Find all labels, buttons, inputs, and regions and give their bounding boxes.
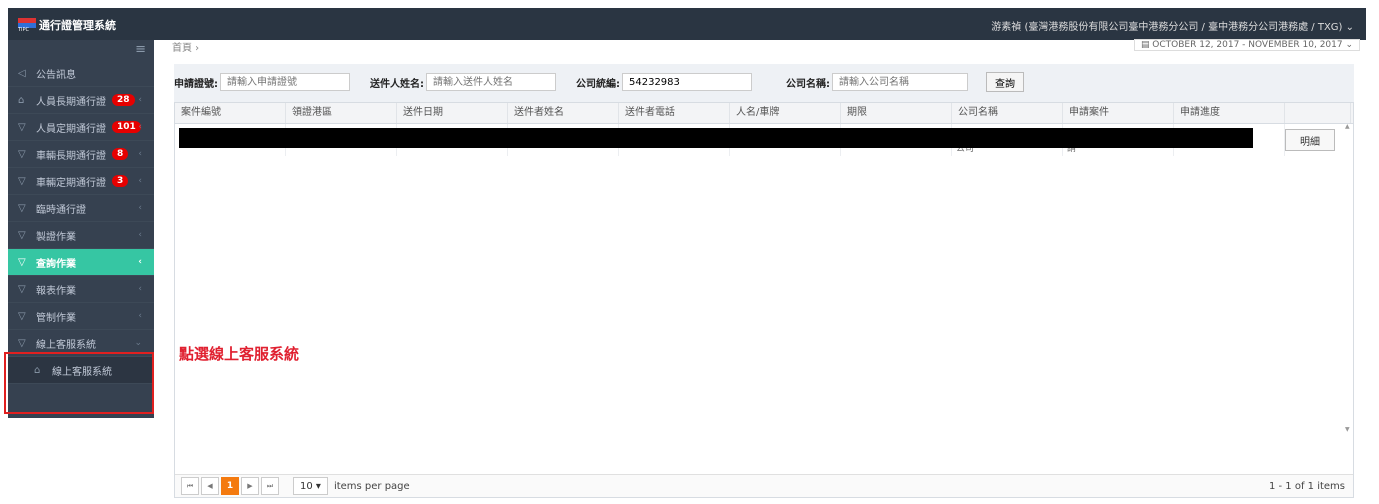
last-page-icon[interactable]: ⏭ xyxy=(261,477,279,495)
count-badge: 28 xyxy=(112,94,135,106)
column-header[interactable]: 案件編號 xyxy=(175,103,286,123)
sidebar-item-label: 管制作業 xyxy=(36,312,76,324)
column-header[interactable]: 申請進度 xyxy=(1174,103,1285,123)
column-header[interactable]: 人名/車牌 xyxy=(730,103,841,123)
column-header xyxy=(1285,103,1351,123)
chevron-left-icon: ‹ xyxy=(138,311,142,321)
sidebar-item-label: 公告訊息 xyxy=(36,69,76,81)
column-header[interactable]: 公司名稱 xyxy=(952,103,1063,123)
tax-id-label: 公司統編: xyxy=(576,78,620,90)
detail-button[interactable]: 明細 xyxy=(1285,129,1335,151)
sidebar-item-personnel-periodic-pass[interactable]: ▽ 人員定期通行證 101 ‹ xyxy=(8,114,154,141)
items-per-page-label: items per page xyxy=(333,480,410,492)
app-title: 通行證管理系統 xyxy=(39,19,116,32)
tipc-logo-icon: TIPC xyxy=(18,18,36,33)
chevron-left-icon: ‹ xyxy=(138,284,142,294)
count-badge: 8 xyxy=(112,148,129,160)
filter-icon: ▽ xyxy=(18,202,26,214)
sidebar-item-label: 線上客服系統 xyxy=(36,339,96,351)
filter-bar: 申請證號: 送件人姓名: 公司統編: 公司名稱: 查詢 xyxy=(174,72,1024,92)
column-header[interactable]: 送件日期 xyxy=(397,103,508,123)
chevron-left-icon: ‹ xyxy=(138,95,142,105)
filter-icon: ▽ xyxy=(18,121,26,133)
sidebar-menu: ◁ 公告訊息 ⌂ 人員長期通行證 28 ‹ ▽ 人員定期通行證 101 ‹ ▽ … xyxy=(8,60,154,384)
sender-name-input[interactable] xyxy=(426,73,556,91)
filter-icon: ▽ xyxy=(18,148,26,160)
grid-header: 案件編號 領證港區 送件日期 送件者姓名 送件者電話 人名/車牌 期限 公司名稱… xyxy=(175,103,1353,124)
page-size-select[interactable]: 10 ▾ xyxy=(293,477,328,495)
sidebar-item-announcements[interactable]: ◁ 公告訊息 xyxy=(8,60,154,87)
sender-name-label: 送件人姓名: xyxy=(370,78,424,90)
sidebar-toggle-icon[interactable]: ≡ xyxy=(135,42,146,57)
redacted-block xyxy=(179,128,1253,148)
main-content: 首頁 › ▤ OCTOBER 12, 2017 - NOVEMBER 10, 2… xyxy=(154,39,1366,504)
query-panel: 申請證號: 送件人姓名: 公司統編: 公司名稱: 查詢 案件編號 領證港區 送件… xyxy=(174,64,1354,498)
sidebar-item-control[interactable]: ▽ 管制作業 ‹ xyxy=(8,303,154,330)
filter-icon: ▽ xyxy=(18,229,26,241)
first-page-icon[interactable]: ⏮ xyxy=(181,477,199,495)
filter-icon: ▽ xyxy=(18,283,26,295)
top-navbar: TIPC 通行證管理系統 游素禎 (臺灣港務股份有限公司臺中港務分公司 / 臺中… xyxy=(8,8,1366,40)
query-button[interactable]: 查詢 xyxy=(986,72,1024,92)
sidebar-item-label: 車輛長期通行證 xyxy=(36,150,106,162)
chevron-left-icon: ‹ xyxy=(138,257,142,267)
column-header[interactable]: 領證港區 xyxy=(286,103,397,123)
sidebar-item-temporary-pass[interactable]: ▽ 臨時通行證 ‹ xyxy=(8,195,154,222)
chevron-left-icon: ‹ xyxy=(138,230,142,240)
chevron-left-icon: ‹ xyxy=(138,149,142,159)
application-number-input[interactable] xyxy=(220,73,350,91)
column-header[interactable]: 送件者姓名 xyxy=(508,103,619,123)
filter-icon: ▽ xyxy=(18,337,26,349)
instruction-annotation: 點選線上客服系統 xyxy=(179,345,300,363)
home-icon: ⌂ xyxy=(18,94,25,106)
chevron-left-icon: ‹ xyxy=(138,122,142,132)
column-header[interactable]: 送件者電話 xyxy=(619,103,730,123)
chevron-down-icon: ⌄ xyxy=(134,338,142,348)
sidebar-item-reports[interactable]: ▽ 報表作業 ‹ xyxy=(8,276,154,303)
highlight-box xyxy=(4,352,154,414)
prev-page-icon[interactable]: ◀ xyxy=(201,477,219,495)
sidebar-item-label: 製證作業 xyxy=(36,231,76,243)
send-icon: ◁ xyxy=(18,67,26,79)
sidebar-item-label: 查詢作業 xyxy=(36,258,76,270)
company-name-input[interactable] xyxy=(832,73,968,91)
application-number-label: 申請證號: xyxy=(174,78,218,90)
chevron-left-icon: ‹ xyxy=(138,176,142,186)
sidebar-item-label: 臨時通行證 xyxy=(36,204,86,216)
current-page-button[interactable]: 1 xyxy=(221,477,239,495)
sidebar-item-vehicle-periodic-pass[interactable]: ▽ 車輛定期通行證 3 ‹ xyxy=(8,168,154,195)
chevron-left-icon: ‹ xyxy=(138,203,142,213)
sidebar-item-personnel-long-term-pass[interactable]: ⌂ 人員長期通行證 28 ‹ xyxy=(8,87,154,114)
sidebar-item-card-production[interactable]: ▽ 製證作業 ‹ xyxy=(8,222,154,249)
item-count-label: 1 - 1 of 1 items xyxy=(1268,480,1345,492)
app-logo[interactable]: TIPC 通行證管理系統 xyxy=(18,17,116,33)
results-grid: 案件編號 領證港區 送件日期 送件者姓名 送件者電話 人名/車牌 期限 公司名稱… xyxy=(174,102,1354,498)
filter-icon: ▽ xyxy=(18,175,26,187)
count-badge: 3 xyxy=(112,175,129,187)
count-badge: 101 xyxy=(112,121,141,133)
column-header[interactable]: 申請案件 xyxy=(1063,103,1174,123)
vertical-scrollbar[interactable]: ▲ ▼ xyxy=(1345,123,1353,433)
scroll-down-icon[interactable]: ▼ xyxy=(1345,426,1350,433)
sidebar-item-query[interactable]: ▽ 查詢作業 ‹ xyxy=(8,249,154,276)
user-menu[interactable]: 游素禎 (臺灣港務股份有限公司臺中港務分公司 / 臺中港務分公司港務處 / TX… xyxy=(991,18,1354,33)
sidebar-item-label: 報表作業 xyxy=(36,285,76,297)
column-header[interactable]: 期限 xyxy=(841,103,952,123)
company-name-label: 公司名稱: xyxy=(786,78,830,90)
scroll-up-icon[interactable]: ▲ xyxy=(1345,123,1350,130)
next-page-icon[interactable]: ▶ xyxy=(241,477,259,495)
date-range-picker[interactable]: ▤ OCTOBER 12, 2017 - NOVEMBER 10, 2017 ⌄ xyxy=(1133,39,1360,51)
filter-icon: ▽ xyxy=(18,310,26,322)
pagination-bar: ⏮ ◀ 1 ▶ ⏭ 10 ▾ items per page 1 - 1 of 1… xyxy=(175,474,1353,497)
sidebar-item-vehicle-long-term-pass[interactable]: ▽ 車輛長期通行證 8 ‹ xyxy=(8,141,154,168)
sidebar-item-label: 車輛定期通行證 xyxy=(36,177,106,189)
breadcrumb[interactable]: 首頁 › xyxy=(172,39,199,54)
tax-id-input[interactable] xyxy=(622,73,752,91)
sidebar-item-label: 人員定期通行證 xyxy=(36,123,106,135)
filter-icon: ▽ xyxy=(18,256,26,268)
sidebar-item-label: 人員長期通行證 xyxy=(36,96,106,108)
